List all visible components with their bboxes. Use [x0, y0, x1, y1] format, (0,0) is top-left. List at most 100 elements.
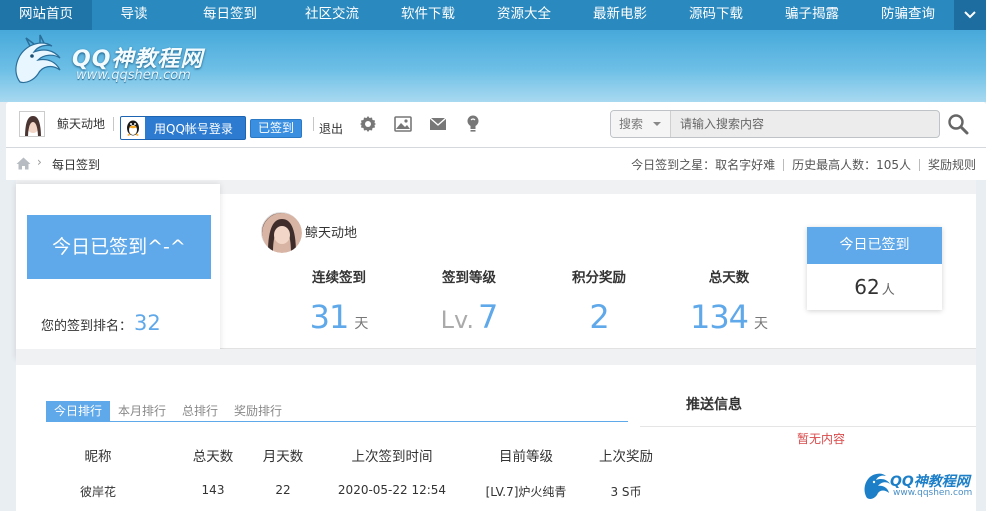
- tab-total-rank[interactable]: 总排行: [174, 401, 226, 421]
- stat-prefix: Lv.: [440, 306, 474, 334]
- cell-total-days: 143: [201, 483, 225, 497]
- cell-last-reward: 3 S币: [610, 485, 642, 499]
- signed-badge[interactable]: 已签到: [250, 119, 303, 138]
- cell-last-checkin: 2020-05-22 12:54: [337, 483, 447, 497]
- cell-nickname[interactable]: 彼岸花: [58, 483, 138, 500]
- stat-label: 签到等级: [442, 270, 496, 286]
- nav-item-scam-expose[interactable]: 骗子揭露: [764, 0, 860, 30]
- checkin-record: 历史最高人数：105人: [792, 158, 911, 172]
- qq-login-button[interactable]: 用QQ帐号登录: [120, 116, 246, 140]
- breadcrumb-current[interactable]: 每日签到: [52, 156, 100, 173]
- user-avatar-icon: [25, 116, 41, 136]
- summary-divider: [918, 158, 920, 171]
- caret-down-icon: [653, 122, 661, 126]
- gear-icon[interactable]: [358, 114, 378, 134]
- watermark-logo: QQ神教程网 www.qqshen.com: [862, 468, 974, 502]
- nav-item-home[interactable]: 网站首页: [0, 0, 92, 30]
- push-empty-text: 暂无内容: [797, 432, 846, 446]
- ranking-tabs: 今日排行 本月排行 总排行 奖励排行: [46, 401, 290, 421]
- qq-login-label: 用QQ帐号登录: [154, 121, 233, 136]
- checkin-summary: 今日签到之星：取名字好难 历史最高人数：105人 奖励规则: [631, 156, 976, 173]
- mail-icon[interactable]: [428, 114, 448, 134]
- column-header-nickname: 昵称: [84, 449, 112, 465]
- checkin-rank: 您的签到排名： 32: [41, 311, 161, 335]
- rank-value: 32: [134, 311, 161, 335]
- today-count-unit: 人: [881, 283, 895, 298]
- qq-penguin-icon: [121, 117, 145, 139]
- home-icon[interactable]: [16, 157, 31, 173]
- stat-value: 31: [309, 298, 350, 336]
- today-card-title: 今日已签到: [807, 227, 942, 264]
- summary-divider: [783, 158, 785, 171]
- search-icon: [948, 114, 969, 135]
- tab-today-rank[interactable]: 今日排行: [46, 401, 111, 421]
- lightbulb-icon[interactable]: [463, 114, 483, 134]
- stat-level: 签到等级 Lv. 7: [409, 266, 529, 336]
- profile-username[interactable]: 鲸天动地: [305, 222, 357, 241]
- reward-rules-link[interactable]: 奖励规则: [928, 156, 976, 173]
- checkin-star: 今日签到之星：取名字好难: [631, 158, 776, 172]
- toolbar-divider: [313, 117, 314, 131]
- nav-item-guide[interactable]: 导读: [92, 0, 176, 30]
- cell-month-days: 22: [275, 483, 291, 497]
- stat-consecutive-days: 连续签到 31 天: [279, 266, 399, 336]
- toolbar-username[interactable]: 鲸天动地: [57, 115, 105, 132]
- dragon-logo-icon: [15, 34, 61, 84]
- section-gap: [16, 349, 976, 365]
- stat-label: 总天数: [708, 270, 750, 286]
- nav-item-source-code[interactable]: 源码下载: [668, 0, 764, 30]
- checkin-card: 今日已签到^-^ 您的签到排名： 32: [16, 184, 220, 359]
- stat-points: 积分奖励 2: [539, 266, 659, 336]
- checkin-button[interactable]: 今日已签到^-^: [27, 215, 211, 279]
- search-button[interactable]: [946, 112, 970, 136]
- site-banner: QQ神教程网 www.qqshen.com: [0, 30, 986, 102]
- today-count: 62: [854, 275, 880, 299]
- stat-unit: 天: [354, 316, 369, 332]
- stat-label: 连续签到: [312, 270, 366, 286]
- search-input[interactable]: [672, 111, 939, 137]
- avatar[interactable]: [19, 111, 45, 137]
- breadcrumb: › 每日签到 今日签到之星：取名字好难 历史最高人数：105人 奖励规则: [6, 148, 986, 180]
- stat-label: 积分奖励: [572, 270, 626, 286]
- nav-item-resources[interactable]: 资源大全: [476, 0, 572, 30]
- image-icon[interactable]: [393, 114, 413, 134]
- nav-item-movies[interactable]: 最新电影: [572, 0, 668, 30]
- site-logo-url: www.qqshen.com: [76, 68, 191, 83]
- column-header-last-reward: 上次奖励: [599, 449, 653, 465]
- toolbar-divider: [113, 117, 114, 131]
- nav-item-community[interactable]: 社区交流: [284, 0, 380, 30]
- column-header-level: 目前等级: [499, 449, 553, 465]
- stat-total-days: 总天数 134 天: [669, 266, 789, 336]
- profile-avatar[interactable]: [261, 212, 302, 253]
- top-nav: 网站首页 导读 每日签到 社区交流 软件下载 资源大全 最新电影 源码下载 骗子…: [0, 0, 986, 30]
- site-logo[interactable]: QQ神教程网 www.qqshen.com: [10, 34, 230, 90]
- push-divider: [640, 426, 976, 427]
- user-toolbar: 鲸天动地 用QQ帐号登录 已签到 退出 搜索: [6, 102, 986, 148]
- dragon-logo-icon: [864, 473, 890, 499]
- tab-reward-rank[interactable]: 奖励排行: [226, 401, 290, 421]
- rank-label: 您的签到排名：: [41, 319, 133, 334]
- search-box: 搜索: [610, 110, 940, 138]
- nav-item-software[interactable]: 软件下载: [380, 0, 476, 30]
- search-scope-select[interactable]: 搜索: [611, 111, 671, 137]
- column-header-last-checkin: 上次签到时间: [351, 449, 433, 465]
- logout-link[interactable]: 退出: [319, 120, 343, 137]
- nav-expand-toggle[interactable]: [954, 0, 986, 30]
- watermark-url: www.qqshen.com: [893, 488, 973, 498]
- push-title: 推送信息: [686, 397, 742, 413]
- tab-underline: [46, 421, 628, 422]
- stat-value: 7: [477, 298, 498, 336]
- nav-item-scam-check[interactable]: 防骗查询: [860, 0, 956, 30]
- user-avatar-icon: [262, 213, 302, 253]
- chevron-right-icon: ›: [37, 155, 42, 169]
- column-header-month-days: 月天数: [262, 449, 304, 465]
- cell-level: [LV.7]炉火纯青: [485, 485, 567, 499]
- tab-month-rank[interactable]: 本月排行: [110, 401, 174, 421]
- chevron-down-icon: [964, 11, 976, 19]
- column-header-total-days: 总天数: [192, 449, 234, 465]
- today-checkin-card: 今日已签到 62 人: [807, 227, 942, 310]
- nav-item-daily-checkin[interactable]: 每日签到: [176, 0, 284, 30]
- today-card-body: 62 人: [807, 264, 942, 314]
- stat-unit: 天: [754, 316, 769, 332]
- search-scope-label: 搜索: [619, 117, 644, 131]
